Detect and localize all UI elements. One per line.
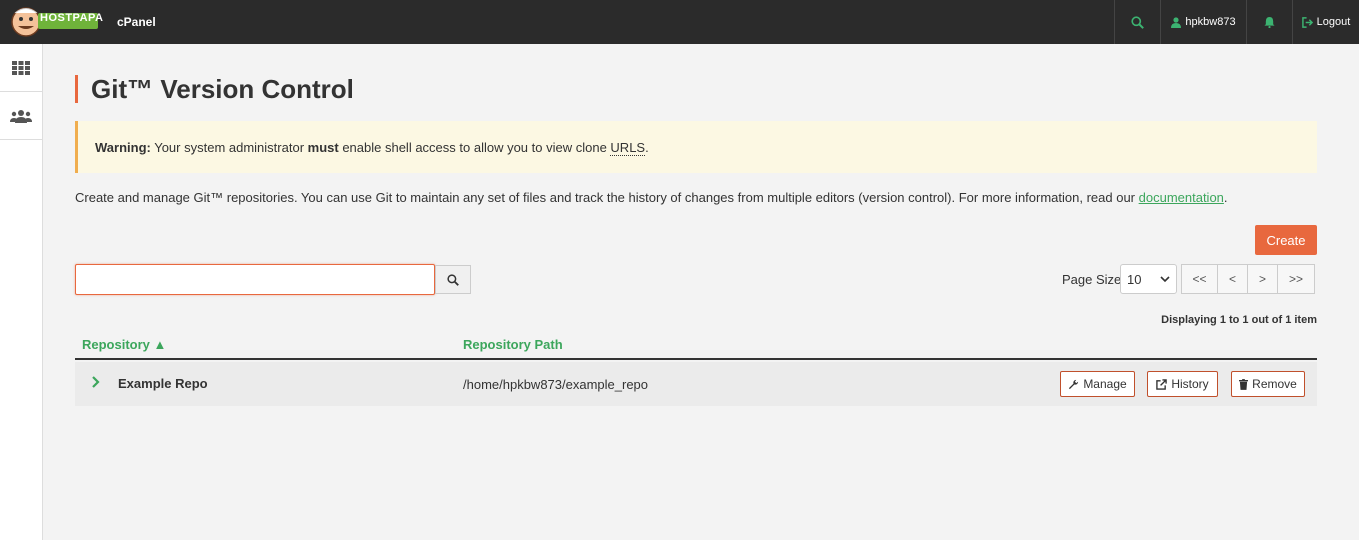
description-text: Create and manage Git™ repositories. You… [75, 190, 1139, 205]
apps-grid-icon [12, 60, 30, 75]
sidebar-item-users[interactable] [0, 92, 42, 140]
page-size-label: Page Size [1062, 272, 1122, 287]
sort-ascending-icon: ▲ [153, 337, 167, 352]
page-size-select[interactable]: 10 [1120, 264, 1177, 294]
prev-page-button[interactable]: < [1217, 264, 1248, 294]
documentation-link[interactable]: documentation [1139, 190, 1224, 205]
remove-button[interactable]: Remove [1231, 371, 1305, 397]
manage-button[interactable]: Manage [1060, 371, 1135, 397]
last-page-button[interactable]: >> [1277, 264, 1315, 294]
next-page-button[interactable]: > [1247, 264, 1278, 294]
repository-path: /home/hpkbw873/example_repo [463, 377, 649, 392]
create-button[interactable]: Create [1255, 225, 1317, 255]
username-label: hpkbw873 [1185, 16, 1236, 28]
cpanel-label: cPanel [117, 15, 156, 29]
page-description: Create and manage Git™ repositories. You… [75, 190, 1228, 205]
history-button[interactable]: History [1147, 371, 1218, 397]
warning-alert: Warning: Your system administrator must … [75, 121, 1317, 173]
column-header-repository[interactable]: Repository ▲ [82, 337, 166, 352]
warning-label: Warning: [95, 139, 151, 155]
warning-text-2: enable shell access to allow you to view… [338, 139, 611, 155]
page-size-value: 10 [1127, 271, 1142, 287]
user-menu[interactable]: hpkbw873 [1160, 0, 1246, 44]
sidebar-item-tools[interactable] [0, 44, 42, 92]
remove-label: Remove [1252, 377, 1297, 391]
column-header-path: Repository Path [463, 337, 563, 352]
wrench-icon [1069, 379, 1079, 389]
chevron-right-icon [92, 376, 100, 388]
repository-name: Example Repo [118, 376, 208, 391]
search-submit-button[interactable] [435, 265, 471, 294]
user-icon [1171, 16, 1182, 28]
manage-label: Manage [1083, 377, 1127, 391]
search-icon [447, 273, 459, 286]
first-page-button[interactable]: << [1181, 264, 1218, 294]
search-input[interactable] [75, 264, 435, 295]
top-navbar: HOSTPAPA cPanel hpkbw873 Logout [0, 0, 1359, 44]
logo-text: HOSTPAPA [40, 12, 104, 24]
table-row: Example Repo /home/hpkbw873/example_repo… [75, 362, 1317, 406]
description-end: . [1223, 190, 1228, 205]
results-count: Displaying 1 to 1 out of 1 item [1161, 314, 1317, 326]
warning-text-1: Your system administrator [150, 139, 308, 155]
repository-header-label: Repository [82, 337, 150, 352]
bell-icon [1264, 16, 1275, 28]
search-icon [1131, 15, 1144, 29]
chevron-down-icon [1160, 275, 1170, 282]
history-label: History [1171, 377, 1209, 391]
search-button[interactable] [1114, 0, 1160, 44]
users-icon [10, 109, 32, 123]
warning-end: . [645, 139, 649, 155]
expand-row-button[interactable] [91, 375, 101, 392]
urls-abbr: URLS [610, 139, 646, 156]
pagination: << < > >> [1181, 264, 1315, 294]
page-title: Git™ Version Control [75, 75, 354, 103]
table-header: Repository ▲ Repository Path [75, 332, 1317, 360]
logout-icon [1301, 16, 1313, 28]
sidebar [0, 44, 43, 540]
external-link-icon [1156, 378, 1168, 390]
logout-label: Logout [1316, 16, 1351, 28]
notifications-button[interactable] [1246, 0, 1292, 44]
logout-button[interactable]: Logout [1292, 0, 1359, 44]
trash-icon [1239, 378, 1249, 390]
warning-emphasis: must [307, 139, 339, 155]
